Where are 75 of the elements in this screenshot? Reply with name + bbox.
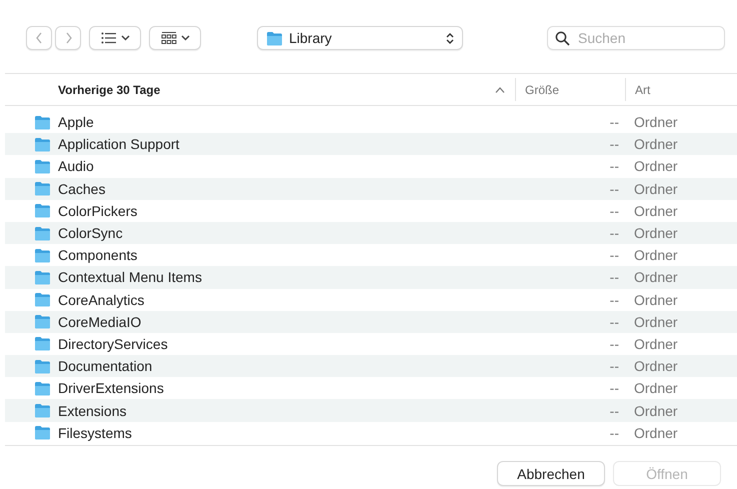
file-size: -- <box>608 292 619 308</box>
file-size: -- <box>608 136 619 152</box>
chevron-down-icon <box>120 35 130 41</box>
file-name[interactable]: ColorPickers <box>58 202 539 219</box>
stepper-icon <box>446 32 454 44</box>
file-kind: Ordner <box>634 314 679 330</box>
file-name[interactable]: Documentation <box>58 358 539 374</box>
folder-icon <box>34 270 51 285</box>
folder-icon <box>34 292 51 308</box>
file-size: -- <box>608 202 619 219</box>
list-view-button[interactable] <box>89 26 141 50</box>
file-kind: Ordner <box>634 336 679 352</box>
folder-icon <box>34 336 51 352</box>
file-name[interactable]: DriverExtensions <box>58 380 539 396</box>
file-kind: Ordner <box>634 292 679 308</box>
column-header[interactable]: Art <box>625 78 737 101</box>
file-name[interactable]: Filesystems <box>58 424 539 441</box>
folder-icon <box>34 136 51 152</box>
folder-icon <box>34 114 51 130</box>
file-name[interactable]: ColorSync <box>58 225 539 242</box>
search-icon <box>555 31 570 46</box>
file-kind: Ordner <box>634 225 679 242</box>
file-name[interactable]: Application Support <box>58 136 539 152</box>
file-size: -- <box>608 314 619 330</box>
search-field[interactable]: Suchen <box>547 26 725 50</box>
file-kind: Ordner <box>634 358 679 374</box>
folder-icon <box>34 403 51 418</box>
folder-icon <box>34 203 51 218</box>
file-size: -- <box>608 336 619 352</box>
file-kind: Ordner <box>634 180 679 197</box>
file-size: -- <box>608 114 619 130</box>
file-size: -- <box>608 225 619 242</box>
file-size: -- <box>608 158 619 174</box>
location-popup[interactable]: Library <box>257 26 463 50</box>
folder-icon <box>34 380 51 396</box>
grid-view-button[interactable] <box>149 26 201 50</box>
file-name[interactable]: DirectoryServices <box>58 336 539 352</box>
file-size: -- <box>608 269 619 286</box>
file-size: -- <box>608 247 619 264</box>
column-header[interactable]: Vorherige 30 Tage <box>5 74 515 105</box>
file-name[interactable]: Caches <box>58 180 539 197</box>
file-name[interactable]: Audio <box>58 158 539 174</box>
file-name[interactable]: CoreAnalytics <box>58 292 539 308</box>
file-size: -- <box>608 380 619 396</box>
grid-icon <box>160 31 176 45</box>
file-kind: Ordner <box>634 114 679 130</box>
file-kind: Ordner <box>634 269 679 286</box>
file-name[interactable]: Contextual Menu Items <box>58 269 539 286</box>
file-kind: Ordner <box>634 380 679 396</box>
file-size: -- <box>608 358 619 374</box>
folder-icon <box>34 226 51 241</box>
folder-icon <box>34 314 51 330</box>
folder-icon <box>34 181 51 196</box>
dialog-button[interactable]: Abbrechen <box>497 461 605 486</box>
folder-icon <box>34 425 51 440</box>
file-kind: Ordner <box>634 202 679 219</box>
file-kind: Ordner <box>634 136 679 152</box>
column-header[interactable]: Größe <box>515 78 625 101</box>
file-name[interactable]: Components <box>58 247 539 264</box>
file-size: -- <box>608 402 619 419</box>
file-kind: Ordner <box>634 247 679 264</box>
file-name[interactable]: Apple <box>58 114 539 130</box>
folder-icon <box>266 30 283 46</box>
file-kind: Ordner <box>634 158 679 174</box>
list-icon <box>100 32 116 44</box>
file-size: -- <box>608 180 619 197</box>
folder-icon <box>34 158 51 174</box>
file-name[interactable]: CoreMediaIO <box>58 314 539 330</box>
chevron-down-icon <box>180 35 190 41</box>
folder-icon <box>34 358 51 374</box>
file-name[interactable]: Extensions <box>58 402 539 419</box>
folder-icon <box>34 248 51 263</box>
file-size: -- <box>608 424 619 441</box>
file-kind: Ordner <box>634 402 679 419</box>
file-kind: Ordner <box>634 424 679 441</box>
